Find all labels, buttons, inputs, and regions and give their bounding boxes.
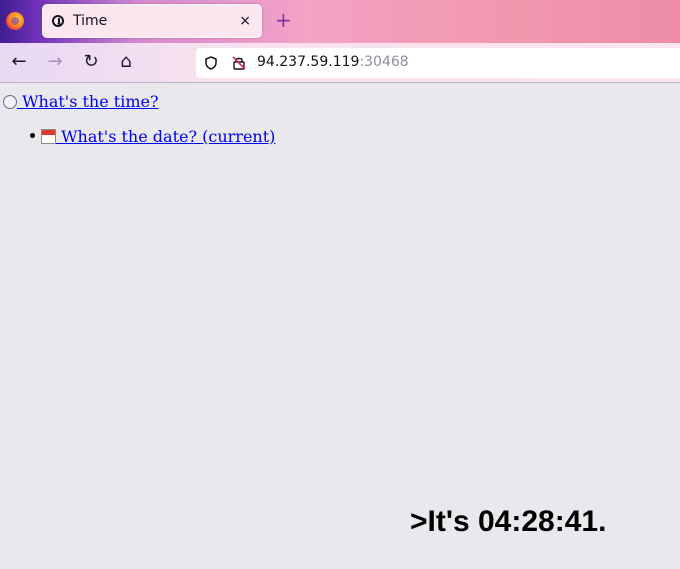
- bullet-icon: [30, 133, 35, 138]
- clock-icon: [52, 15, 64, 27]
- tab-title: Time: [73, 13, 108, 29]
- time-link-row: What's the time?: [3, 92, 159, 111]
- url-text[interactable]: 94.237.59.119:30468: [257, 54, 409, 70]
- whats-the-time-link[interactable]: What's the time?: [3, 92, 159, 111]
- back-arrow-icon[interactable]: ←: [8, 51, 30, 73]
- insecure-lock-icon[interactable]: [232, 56, 246, 70]
- shield-icon[interactable]: [205, 56, 217, 70]
- tab-bar: Time × +: [0, 0, 680, 43]
- list-item: What's the date? (current): [30, 127, 275, 146]
- calendar-emoji-icon: [41, 129, 56, 144]
- tab-time[interactable]: Time ×: [42, 4, 262, 38]
- page-content: What's the time? What's the date? (curre…: [0, 84, 680, 569]
- time-display: >It's 04:28:41.: [410, 505, 607, 538]
- navigation-bar: ← → ↻ ⌂ 94.237.59.119:30468: [0, 43, 680, 83]
- home-icon[interactable]: ⌂: [115, 51, 137, 73]
- reload-icon[interactable]: ↻: [80, 51, 102, 73]
- forward-arrow-icon[interactable]: →: [44, 51, 66, 73]
- close-tab-icon[interactable]: ×: [239, 12, 251, 30]
- url-bar[interactable]: 94.237.59.119:30468: [196, 48, 680, 78]
- firefox-menu-icon[interactable]: [6, 12, 24, 30]
- new-tab-button[interactable]: +: [275, 8, 292, 32]
- whats-the-date-link[interactable]: What's the date? (current): [56, 127, 275, 146]
- clock-emoji-icon: [3, 95, 17, 109]
